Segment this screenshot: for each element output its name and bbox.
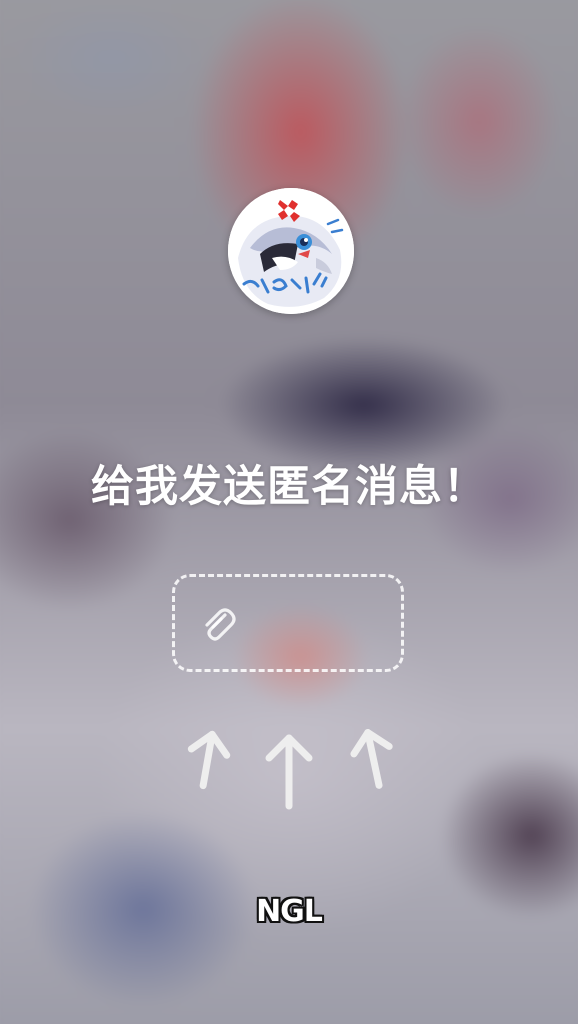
- attachment-dropzone[interactable]: [172, 574, 404, 672]
- arrow-up-icon: [265, 734, 313, 810]
- upload-hint-arrows: [0, 700, 578, 820]
- arrow-up-icon: [187, 730, 231, 790]
- brand-logo: NGL: [256, 894, 323, 929]
- profile-avatar: [228, 188, 354, 314]
- headline: 给我发送匿名消息！: [91, 462, 487, 512]
- paperclip-icon[interactable]: [197, 603, 239, 645]
- arrow-up-icon: [350, 729, 393, 789]
